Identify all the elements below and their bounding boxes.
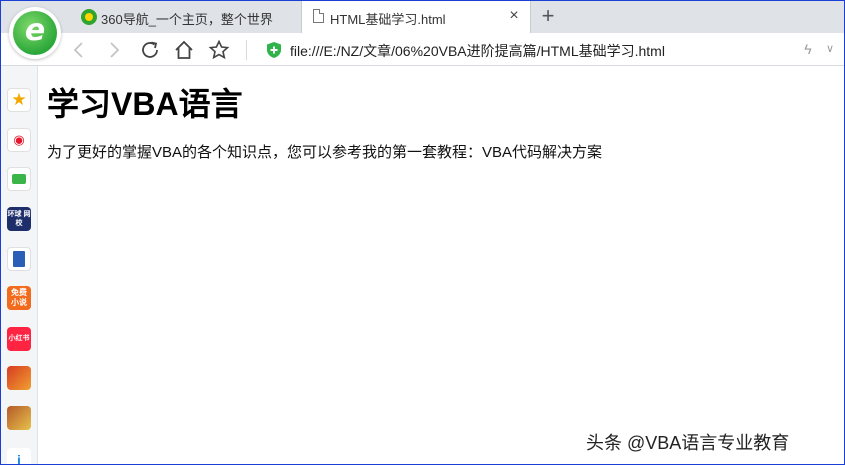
home-button[interactable]	[172, 38, 196, 62]
close-tab-icon[interactable]: ×	[506, 8, 522, 24]
page-paragraph: 为了更好的掌握VBA的各个知识点，您可以参考我的第一套教程：VBA代码解决方案	[47, 144, 603, 161]
security-shield-icon[interactable]	[266, 41, 282, 59]
page-title: 学习VBA语言	[47, 86, 243, 122]
huanqiu-icon[interactable]: 环球 网校	[7, 207, 31, 231]
logo-e-icon: e	[24, 13, 46, 48]
favorites-star-icon[interactable]: ★	[7, 88, 31, 112]
arrow-right-icon	[110, 42, 120, 58]
arrow-left-icon	[73, 42, 83, 58]
bookmark-button[interactable]	[207, 38, 231, 62]
star-outline-icon	[208, 39, 230, 60]
page-content: 学习VBA语言 为了更好的掌握VBA的各个知识点，您可以参考我的第一套教程：VB…	[38, 67, 844, 464]
360-favicon-icon	[81, 9, 97, 25]
mail-icon[interactable]	[7, 167, 31, 191]
word-doc-icon[interactable]	[7, 247, 31, 271]
tab-360-navigation[interactable]: 360导航_一个主页，整个世界	[73, 1, 301, 33]
tab-title: HTML基础学习.html	[330, 12, 446, 27]
tab-strip: 360导航_一个主页，整个世界 HTML基础学习.html × +	[1, 1, 844, 33]
chevron-down-icon[interactable]: ∨	[823, 42, 837, 56]
game-icon[interactable]	[7, 406, 31, 430]
forward-button[interactable]	[102, 38, 126, 62]
sidebar: ★ ◉ 环球 网校 免费 小说 小红书 i	[1, 66, 38, 464]
reload-icon	[142, 41, 158, 58]
watermark-text: 头条 @VBA语言专业教育	[586, 433, 790, 453]
home-icon	[175, 40, 193, 59]
app-icon[interactable]: i	[7, 448, 31, 464]
novel-icon[interactable]: 免费 小说	[7, 286, 31, 310]
browser-logo[interactable]: e	[9, 7, 61, 59]
new-tab-button[interactable]: +	[537, 4, 559, 28]
reload-button[interactable]	[138, 38, 162, 62]
document-icon	[313, 9, 324, 23]
tab-title: 360导航_一个主页，整个世界	[101, 12, 273, 27]
back-button[interactable]	[67, 38, 91, 62]
xiaohongshu-icon[interactable]: 小红书	[7, 327, 31, 351]
lightning-icon[interactable]: ϟ	[801, 41, 815, 57]
tab-html-basics[interactable]: HTML基础学习.html ×	[301, 1, 531, 33]
browser-window: 360导航_一个主页，整个世界 HTML基础学习.html × + e file…	[0, 0, 845, 465]
toolbar-divider	[246, 40, 247, 60]
address-bar[interactable]: file:///E:/NZ/文章/06%20VBA进阶提高篇/HTML基础学习.…	[290, 41, 665, 61]
toolbar: file:///E:/NZ/文章/06%20VBA进阶提高篇/HTML基础学习.…	[1, 33, 844, 66]
weibo-icon[interactable]: ◉	[7, 128, 31, 152]
game-icon[interactable]	[7, 366, 31, 390]
